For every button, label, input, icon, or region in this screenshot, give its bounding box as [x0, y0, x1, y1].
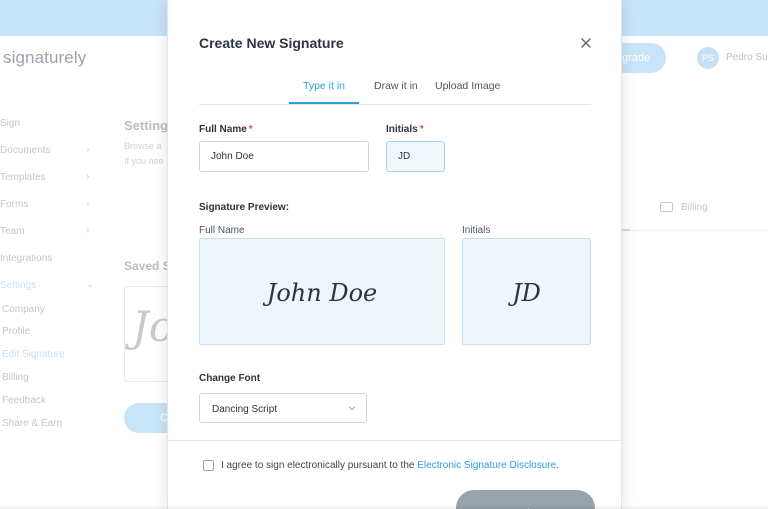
initials-signature-preview: JD — [462, 238, 591, 345]
tab-billing[interactable]: Billing — [681, 202, 708, 213]
create-signature-modal: Create New Signature Type it in Draw it … — [167, 0, 623, 509]
initials-input[interactable] — [386, 141, 445, 172]
tabs-divider — [199, 104, 591, 105]
initials-preview-text: JD — [512, 279, 541, 307]
consent-checkbox[interactable] — [203, 460, 214, 471]
user-name[interactable]: Pedro Su — [726, 52, 768, 63]
initials-label-text: Initials — [386, 124, 418, 135]
tab-active-underline — [289, 102, 359, 104]
sidebar-item-templates[interactable]: Templates — [0, 172, 46, 183]
footer-divider — [168, 440, 623, 441]
settings-item-share-earn[interactable]: Share & Earn — [2, 418, 62, 429]
settings-item-profile[interactable]: Profile — [2, 326, 30, 337]
chevron-right-icon: › — [86, 225, 90, 236]
tab-upload-image[interactable]: Upload Image — [435, 80, 500, 92]
settings-title: Setting — [124, 118, 169, 133]
tab-draw-it-in[interactable]: Draw it in — [374, 80, 418, 92]
chevron-down-icon — [348, 406, 356, 411]
change-font-label: Change Font — [199, 373, 261, 384]
required-mark: * — [419, 124, 424, 135]
required-mark: * — [248, 124, 253, 135]
sidebar-item-team[interactable]: Team — [0, 226, 24, 237]
sidebar-item-settings[interactable]: Settings — [0, 280, 36, 291]
billing-icon — [660, 202, 673, 212]
bottom-shadow — [0, 505, 768, 509]
create-signature-bg-button[interactable]: C — [124, 403, 170, 433]
chevron-down-icon: ⌄ — [86, 279, 95, 290]
sidebar-item-integrations[interactable]: Integrations — [0, 253, 52, 264]
signature-preview-label: Signature Preview: — [199, 202, 290, 213]
tab-active-indicator — [622, 229, 630, 231]
sidebar-item-sign[interactable]: Sign — [0, 118, 20, 129]
sidebar-item-documents[interactable]: Documents — [0, 145, 51, 156]
saved-signatures-title: Saved S — [124, 259, 171, 273]
settings-item-company[interactable]: Company — [2, 304, 45, 315]
tab-type-it-in[interactable]: Type it in — [303, 80, 345, 92]
full-name-label-text: Full Name — [199, 124, 247, 135]
disclosure-link[interactable]: Electronic Signature Disclosure — [417, 460, 556, 471]
consent-text-end: . — [556, 460, 559, 471]
full-name-label: Full Name * — [199, 124, 253, 135]
modal-title: Create New Signature — [199, 35, 344, 51]
preview-initials-label: Initials — [462, 225, 491, 236]
settings-subtitle: Browse a — [124, 141, 162, 151]
chevron-right-icon: › — [86, 171, 90, 182]
chevron-right-icon: › — [86, 144, 90, 155]
consent-text: I agree to sign electronically pursuant … — [221, 460, 559, 471]
chevron-right-icon: › — [86, 198, 90, 209]
close-icon[interactable] — [579, 36, 593, 50]
font-select-value: Dancing Script — [212, 404, 278, 415]
settings-item-billing[interactable]: Billing — [2, 372, 29, 383]
settings-item-edit-signature[interactable]: Edit Signature — [2, 349, 65, 360]
tab-divider — [622, 230, 768, 231]
sidebar-item-forms[interactable]: Forms — [0, 199, 28, 210]
full-name-signature-preview: John Doe — [199, 238, 445, 345]
full-name-preview-text: John Doe — [266, 279, 378, 307]
app-logo[interactable]: signaturely — [3, 48, 86, 68]
settings-subtitle-2: If you nee — [124, 156, 164, 166]
preview-full-name-label: Full Name — [199, 225, 245, 236]
settings-item-feedback[interactable]: Feedback — [2, 395, 46, 406]
consent-text-body: I agree to sign electronically pursuant … — [221, 460, 418, 471]
avatar[interactable]: PS — [697, 47, 719, 69]
initials-label: Initials * — [386, 124, 424, 135]
font-select[interactable]: Dancing Script — [199, 393, 367, 423]
full-name-input[interactable] — [199, 141, 369, 172]
